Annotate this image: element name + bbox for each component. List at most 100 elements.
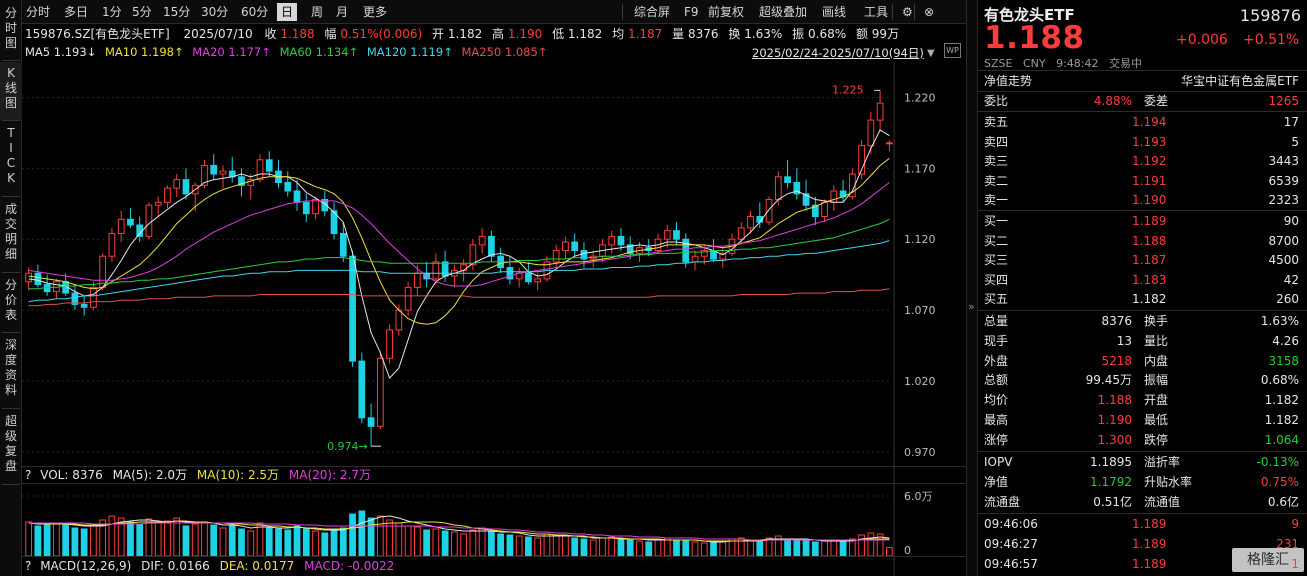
view-tab-4[interactable]: 分价表 bbox=[0, 274, 22, 332]
toolbar-action-2[interactable]: 前复权 bbox=[704, 3, 748, 21]
period-tab-7[interactable]: 日 bbox=[277, 3, 298, 21]
stat-row[interactable]: 最高 1.190 最低 1.182 bbox=[978, 410, 1307, 430]
view-tab-2[interactable]: TICK bbox=[0, 122, 22, 196]
view-tab-1[interactable]: K线图 bbox=[0, 62, 22, 120]
etf-stat-row[interactable]: 流通盘 0.51亿 流通值 0.6亿 bbox=[978, 492, 1307, 512]
period-tab-3[interactable]: 5分 bbox=[128, 3, 156, 21]
vol-bar bbox=[747, 539, 754, 557]
period-tab-0[interactable]: 分时 bbox=[22, 3, 54, 21]
candle-body bbox=[774, 176, 782, 201]
candle-body bbox=[460, 264, 467, 271]
bid-row[interactable]: 买五 1.182 260 bbox=[978, 289, 1307, 309]
low-value: 1.182 bbox=[567, 27, 603, 41]
macd-title: MACD(12,26,9) bbox=[40, 559, 132, 573]
vol-bar bbox=[821, 540, 828, 557]
kline-svg[interactable]: 1.220 1.170 1.120 1.070 1.020 0.970 1.225 0.974… bbox=[22, 62, 966, 576]
period-tab-2[interactable]: 1分 bbox=[98, 3, 126, 21]
period-tab-8[interactable]: 周 bbox=[307, 3, 327, 21]
toolbar-action-3[interactable]: 超级叠加 bbox=[755, 3, 811, 21]
tick-row[interactable]: 09:46:27 1.189 231 bbox=[978, 534, 1307, 554]
nav-row[interactable]: 净值走势 华宝中证有色金属ETF bbox=[978, 71, 1307, 91]
ask-row[interactable]: 卖四 1.193 5 bbox=[978, 132, 1307, 152]
stat-key: 现手 bbox=[984, 333, 1009, 348]
chg-value: 0.51%(0.006) bbox=[340, 27, 423, 41]
period-tab-1[interactable]: 多日 bbox=[60, 3, 92, 21]
stat-row[interactable]: 外盘 5218 内盘 3158 bbox=[978, 351, 1307, 371]
expand-arrow-icon[interactable]: » bbox=[968, 300, 975, 313]
triangle-down-icon[interactable]: ▼ bbox=[927, 48, 935, 59]
date-range[interactable]: 2025/02/24-2025/07/10(94日) bbox=[752, 45, 924, 61]
view-tab-6[interactable]: 超级复盘 bbox=[0, 410, 22, 484]
vol-ma20: MA(20): 2.7万 bbox=[288, 468, 372, 482]
vol-bar bbox=[219, 527, 227, 557]
stat-value: 1.182 bbox=[1264, 413, 1299, 427]
bid-row[interactable]: 买一 1.189 90 bbox=[978, 211, 1307, 231]
gear-icon[interactable]: ⚙ bbox=[898, 3, 917, 21]
period-tab-6[interactable]: 60分 bbox=[237, 3, 272, 21]
vol-bar bbox=[710, 541, 717, 557]
level-price: 1.183 bbox=[1132, 272, 1167, 287]
bid-row[interactable]: 买三 1.187 4500 bbox=[978, 250, 1307, 270]
toolbar-action-4[interactable]: 画线 bbox=[818, 3, 850, 21]
low-annotation: 0.974→ bbox=[327, 440, 368, 453]
vol-bar bbox=[90, 525, 97, 557]
view-tab-0[interactable]: 分时图 bbox=[0, 2, 22, 60]
period-tab-4[interactable]: 15分 bbox=[159, 3, 194, 21]
toolbar-action-5[interactable]: 工具 bbox=[860, 3, 892, 21]
vol-close-icon[interactable]: ? bbox=[25, 468, 31, 482]
tick-row[interactable]: 09:46:06 1.189 9 bbox=[978, 514, 1307, 534]
open-value: 1.182 bbox=[447, 27, 483, 41]
bid-row[interactable]: 买二 1.188 8700 bbox=[978, 231, 1307, 251]
stat-row[interactable]: 总量 8376 换手 1.63% bbox=[978, 311, 1307, 331]
view-tab-3[interactable]: 成交明细 bbox=[0, 198, 22, 272]
stat-key: 均价 bbox=[984, 393, 1009, 408]
kline-chart-area[interactable]: 159876.SZ[有色龙头ETF] 2025/07/10 收 1.188 幅 … bbox=[22, 24, 966, 576]
bid-row[interactable]: 买四 1.183 42 bbox=[978, 270, 1307, 290]
candle-body bbox=[867, 119, 875, 147]
close-icon[interactable]: ⊗ bbox=[920, 3, 938, 21]
wp-icon[interactable]: WP bbox=[944, 43, 961, 58]
vol-bar bbox=[608, 536, 616, 557]
level-volume: 2323 bbox=[1268, 193, 1299, 208]
etf-stat-row[interactable]: IOPV 1.1895 溢折率 -0.13% bbox=[978, 452, 1307, 472]
period-tab-5[interactable]: 30分 bbox=[197, 3, 232, 21]
ask-row[interactable]: 卖五 1.194 17 bbox=[978, 112, 1307, 132]
stat-row[interactable]: 均价 1.188 开盘 1.182 bbox=[978, 390, 1307, 410]
candle-body bbox=[127, 218, 134, 226]
tick-row[interactable]: 09:46:57 1.189 1 bbox=[978, 554, 1307, 574]
price-change-pct: +0.51% bbox=[1243, 32, 1300, 48]
stat-value: 1.300 bbox=[1097, 432, 1132, 447]
vol-bar bbox=[515, 535, 523, 557]
candle-body bbox=[830, 190, 838, 203]
vol-bar bbox=[34, 525, 42, 557]
ma120-line bbox=[28, 240, 890, 303]
stat-key: 内盘 bbox=[1144, 353, 1169, 368]
toolbar-action-0[interactable]: 综合屏 bbox=[630, 3, 674, 21]
candle-body bbox=[256, 159, 264, 181]
period-tab-9[interactable]: 月 bbox=[332, 3, 352, 21]
vol-bar bbox=[247, 530, 255, 557]
candle-body bbox=[552, 250, 560, 263]
ask-row[interactable]: 卖三 1.192 3443 bbox=[978, 151, 1307, 171]
security-code: 159876.SZ[有色龙头ETF] bbox=[25, 27, 170, 41]
toolbar-action-1[interactable]: F9 bbox=[680, 3, 703, 21]
candle-body bbox=[747, 216, 754, 229]
view-tab-5[interactable]: 深度资料 bbox=[0, 334, 22, 408]
macd-close-icon[interactable]: ? bbox=[25, 559, 31, 573]
ask-row[interactable]: 卖一 1.190 2323 bbox=[978, 190, 1307, 210]
vol-bar bbox=[210, 524, 218, 557]
vol-bar bbox=[191, 523, 199, 557]
stat-row[interactable]: 涨停 1.300 跌停 1.064 bbox=[978, 430, 1307, 450]
stat-row[interactable]: 现手 13 量比 4.26 bbox=[978, 331, 1307, 351]
stat-value: 0.6亿 bbox=[1267, 495, 1299, 509]
macd-header: ? MACD(12,26,9) DIF: 0.0166 DEA: 0.0177 … bbox=[22, 556, 966, 576]
stat-row[interactable]: 总额 99.45万 振幅 0.68% bbox=[978, 370, 1307, 390]
level-label: 卖三 bbox=[984, 154, 1009, 169]
nav-trend-tab[interactable]: 净值走势 bbox=[984, 71, 1032, 91]
etf-stat-row[interactable]: 净值 1.1792 升贴水率 0.75% bbox=[978, 472, 1307, 492]
candle-body bbox=[358, 360, 366, 419]
stat-key: IOPV bbox=[984, 455, 1013, 469]
ask-row[interactable]: 卖二 1.191 6539 bbox=[978, 171, 1307, 191]
panel-divider[interactable]: » bbox=[966, 0, 978, 576]
period-tab-10[interactable]: 更多 bbox=[359, 3, 391, 21]
